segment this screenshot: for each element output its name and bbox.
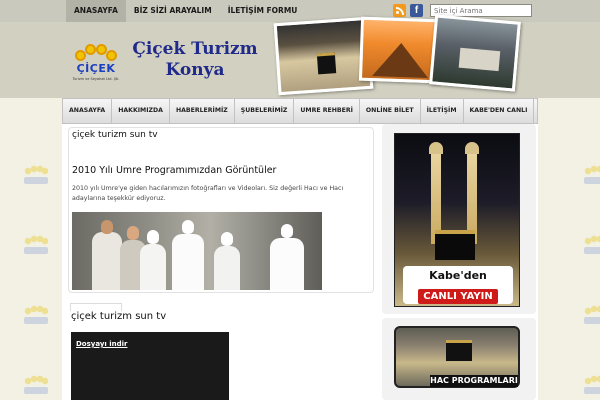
header-photo-mountain	[429, 14, 521, 92]
kaaba-icon	[435, 230, 475, 260]
flower-logo-icon	[73, 42, 119, 64]
nav-umrah-guide[interactable]: UMRE REHBERİ	[294, 99, 360, 123]
kaaba-live-banner[interactable]: Kabe'den CANLI YAYIN	[394, 133, 520, 307]
topnav-call-us[interactable]: BİZ SİZİ ARAYALIM	[126, 0, 220, 22]
topnav-contact-form[interactable]: İLETİŞİM FORMU	[220, 0, 306, 22]
post-excerpt: 2010 yılı Umre'ye giden hacılarımızın fo…	[72, 185, 344, 202]
rss-icon[interactable]	[393, 4, 406, 17]
live-label-line1: Kabe'den	[429, 269, 487, 282]
background-logo-pattern	[580, 235, 600, 261]
facebook-icon[interactable]: f	[410, 4, 423, 17]
post-image-pilgrims[interactable]	[72, 212, 322, 290]
post-title[interactable]: çiçek turizm sun tv	[72, 130, 158, 140]
background-logo-pattern	[20, 235, 52, 261]
nav-contact[interactable]: İLETİŞİM	[421, 99, 464, 123]
nav-news[interactable]: HABERLERİMİZ	[170, 99, 235, 123]
nav-about[interactable]: HAKKIMIZDA	[112, 99, 170, 123]
nav-kaaba-live[interactable]: KABE'DEN CANLI	[464, 99, 535, 123]
topnav-home[interactable]: ANASAYFA	[66, 0, 126, 22]
nav-home[interactable]: ANASAYFA	[63, 99, 113, 123]
background-logo-pattern	[20, 305, 52, 331]
site-title-line2: Konya	[165, 60, 225, 80]
logo-brand-text: ÇİÇEK	[76, 62, 116, 75]
post-heading[interactable]: 2010 Yılı Umre Programımızdan Görüntüler	[72, 165, 276, 176]
logo-subtitle: Turizm ve Seyahat Ltd. Şti.	[72, 77, 120, 81]
top-nav: ANASAYFA BİZ SİZİ ARAYALIM İLETİŞİM FORM…	[66, 0, 305, 22]
site-title: Çiçek Turizm Konya	[122, 39, 268, 81]
hac-programs-label[interactable]: HAC PROGRAMLARI	[430, 375, 518, 387]
download-link[interactable]: Dosyayı indir	[76, 340, 128, 348]
background-logo-pattern	[580, 165, 600, 191]
background-logo-pattern	[20, 165, 52, 191]
site-title-line1: Çiçek Turizm	[132, 39, 258, 59]
background-logo-pattern	[580, 305, 600, 331]
header-photo-kaaba	[273, 16, 374, 96]
live-broadcast-label: Kabe'den CANLI YAYIN	[403, 266, 513, 304]
header-photo-pyramids	[358, 16, 442, 84]
nav-branches[interactable]: ŞUBELERİMİZ	[235, 99, 295, 123]
background-logo-pattern	[580, 375, 600, 400]
live-label-line2: CANLI YAYIN	[418, 289, 498, 304]
main-nav: ANASAYFA HAKKIMIZDA HABERLERİMİZ ŞUBELER…	[62, 98, 538, 124]
top-bar: ANASAYFA BİZ SİZİ ARAYALIM İLETİŞİM FORM…	[0, 0, 600, 22]
post-tab[interactable]	[70, 303, 122, 311]
background-logo-pattern	[20, 375, 52, 400]
nav-online-ticket[interactable]: ONLİNE BİLET	[360, 99, 421, 123]
post-title-2[interactable]: çiçek turizm sun tv	[71, 311, 166, 322]
site-logo[interactable]: ÇİÇEK Turizm ve Seyahat Ltd. Şti.	[70, 42, 122, 87]
